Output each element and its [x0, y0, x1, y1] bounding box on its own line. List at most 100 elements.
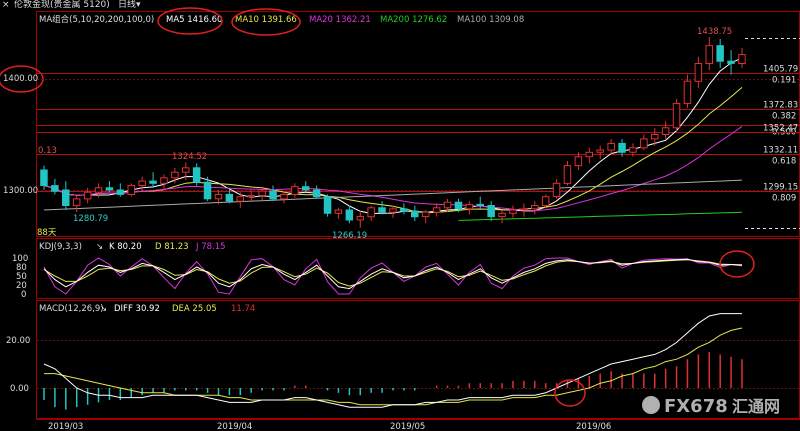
macd-lines: [43, 313, 743, 408]
kdj-k-value: K 80.20: [109, 242, 142, 252]
candle: [520, 208, 528, 211]
ma20-line: [43, 125, 743, 212]
fib-price-label: 1352.47: [763, 124, 798, 134]
candle: [312, 189, 321, 198]
candle: [51, 185, 59, 192]
candle: [596, 149, 604, 153]
candle: [138, 180, 146, 187]
peak-annotation: 1324.52: [172, 152, 207, 162]
candle: [127, 185, 135, 196]
candle: [509, 209, 517, 214]
fib-price-label: 1372.83: [763, 101, 798, 111]
candle: [640, 138, 648, 149]
candle: [672, 102, 681, 129]
candle: [389, 208, 397, 213]
fib-price-label: 1405.79: [763, 65, 798, 75]
candle: [236, 196, 244, 202]
kdj-ticks: 100 80 50 20 0: [12, 254, 28, 300]
macd-tick-0: 0.00: [10, 384, 29, 394]
candle: [258, 190, 266, 197]
candle: [247, 195, 255, 198]
candle: [94, 187, 103, 193]
date-tick: 2019/04: [217, 422, 252, 431]
candle: [214, 193, 223, 200]
kdj-k-line: [43, 258, 743, 290]
candle: [738, 54, 746, 64]
candle: [345, 209, 354, 221]
candle: [378, 207, 386, 213]
chart-canvas[interactable]: MA组合(5,10,20,200,100,0) MA5 1416.60 MA10…: [0, 0, 800, 431]
ma10-value: MA10 1391.66: [235, 15, 297, 25]
candle: [618, 142, 626, 153]
candle: [225, 193, 234, 202]
candle: [607, 142, 615, 151]
ma200-value: MA200 1276.62: [380, 15, 447, 25]
price-tick-1300: 1300.00: [3, 186, 38, 196]
macd-cross-highlight-circle: [554, 379, 586, 407]
ma20-value: MA20 1362.21: [309, 15, 371, 25]
macd-indicator-name: MACD(12,26,9): [39, 304, 104, 314]
candle: [62, 189, 70, 206]
date-tick: 2019/03: [48, 422, 83, 431]
kdj-arrow-icon: ↘: [96, 242, 103, 252]
macd-arrow-icon: ↘: [100, 304, 107, 314]
candle: [465, 203, 474, 210]
candle: [541, 196, 550, 207]
low-annotation-2: 1266.19: [332, 231, 367, 241]
candle: [192, 167, 201, 183]
candle: [105, 187, 114, 191]
candle: [334, 209, 343, 214]
macd-diff-value: DIFF 30.92: [114, 304, 160, 314]
kdj-j-value: J 78.15: [195, 242, 226, 252]
fib-levels: 1405.790.1911372.830.3820.5001352.471332…: [37, 38, 800, 229]
macd-grid: [37, 340, 800, 389]
macd-dea-line: [44, 327, 743, 406]
candle: [563, 165, 572, 184]
candle: [203, 181, 212, 200]
fib-ratio-label: 0.191: [772, 76, 796, 86]
candle: [40, 169, 48, 186]
ma10-line: [43, 87, 743, 214]
candle: [83, 191, 92, 200]
candle: [705, 45, 713, 64]
candle: [574, 156, 583, 167]
candle: [421, 211, 430, 218]
fib-ratio-label: 0.618: [772, 157, 796, 167]
macd-tick-20: 20.00: [6, 336, 30, 346]
candle: [531, 205, 539, 210]
fib-ratio-label: 0.382: [772, 112, 796, 122]
macd-histogram: [43, 352, 743, 410]
fib-price-label: 1332.11: [763, 146, 798, 156]
candle: [291, 186, 299, 195]
candle: [367, 207, 375, 218]
candle: [661, 127, 670, 136]
ma100-line: [43, 179, 743, 211]
macd-dea-value: DEA 25.05: [172, 304, 217, 314]
fib-ratio-label: 0.809: [772, 194, 796, 204]
candle: [356, 216, 364, 221]
ma-indicator-name: MA组合(5,10,20,200,100,0): [39, 14, 154, 25]
high-annotation: 1438.75: [697, 27, 732, 37]
candle: [694, 63, 703, 82]
watermark-cn: 汇通网: [732, 397, 780, 416]
candle: [683, 80, 692, 104]
days-annotation: 88天: [37, 228, 57, 238]
watermark: FX678 汇通网: [642, 396, 780, 417]
candle: [498, 212, 506, 218]
ma5-value: MA5 1416.60: [166, 15, 222, 25]
candle: [585, 151, 593, 158]
candle: [280, 193, 288, 200]
candle: [323, 196, 332, 214]
brand-logo-icon: [642, 396, 660, 414]
watermark-brand: FX678: [664, 396, 728, 417]
candle: [454, 201, 463, 210]
candle: [149, 180, 157, 184]
candle: [629, 147, 637, 153]
candle: [716, 45, 724, 62]
date-axis: 2019/03 2019/04 2019/05 2019/06: [48, 422, 611, 431]
kdj-lines: [43, 257, 743, 295]
kdj-d-value: D 81.23: [155, 242, 189, 252]
candle: [476, 203, 484, 206]
candle: [651, 134, 659, 140]
ma-lines: [43, 57, 743, 221]
